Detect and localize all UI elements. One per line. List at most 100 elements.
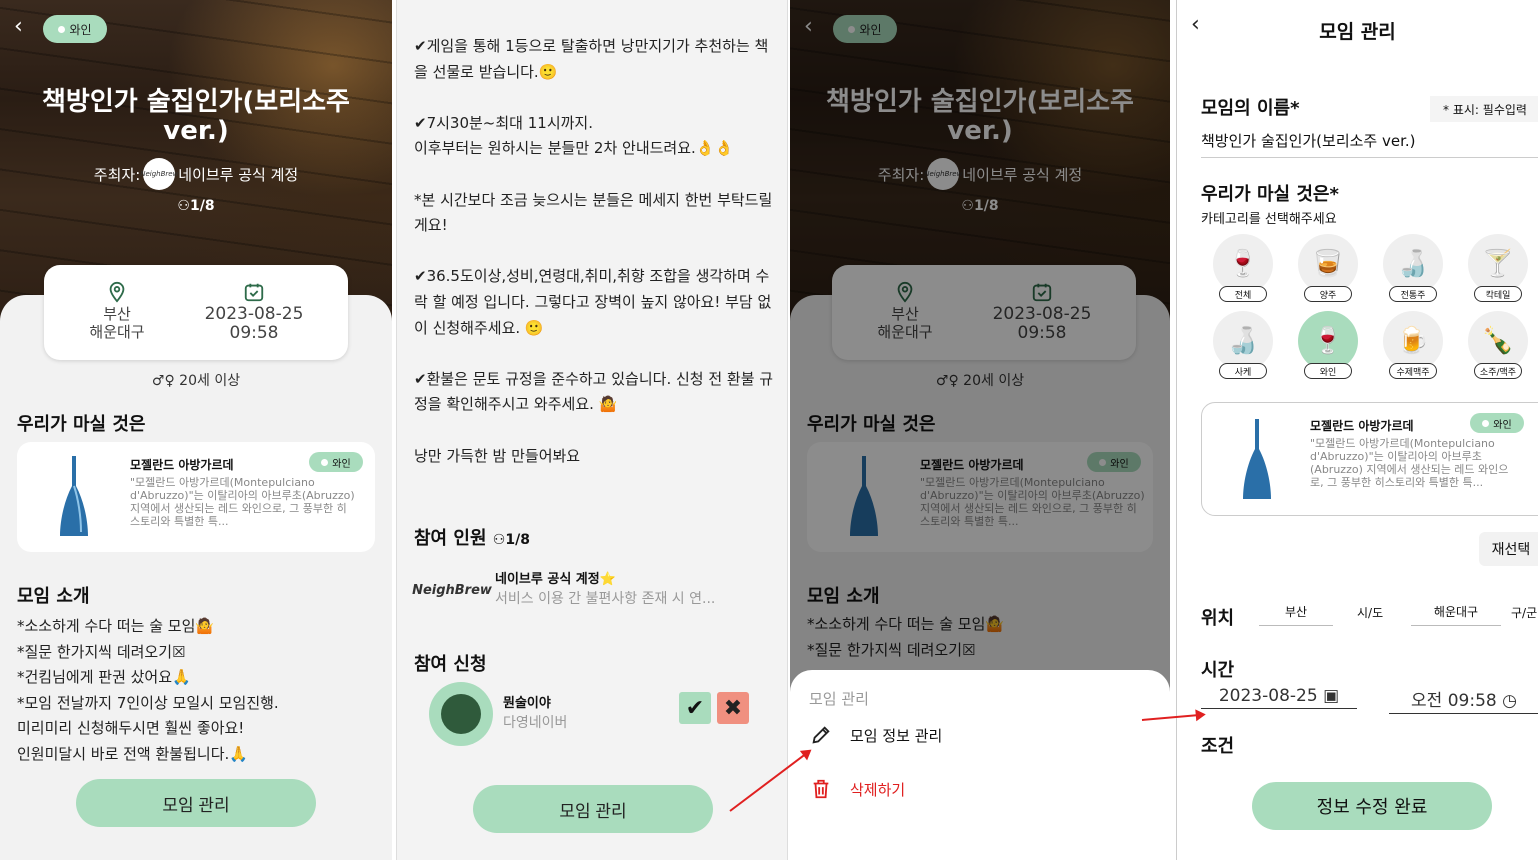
- description-paragraph: ✔7시30분~최대 11시까지. 이후부터는 원하시는 분들만 2차 안내드려요…: [414, 113, 734, 158]
- description-paragraph: ✔환불은 문토 규정을 준수하고 있습니다. 신청 전 환불 규정을 확인해주시…: [414, 369, 774, 414]
- drink-hint: 카테고리를 선택해주세요: [1201, 212, 1337, 227]
- host-row[interactable]: 주최자: NeighBrew 네이브루 공식 계정: [0, 158, 392, 190]
- date-value: 2023-08-25: [1218, 686, 1318, 706]
- clock-icon: ◷: [1502, 691, 1517, 711]
- drink-name: 모젤란드 아방가르데: [130, 458, 234, 472]
- meeting-time: 09:58: [229, 323, 279, 343]
- screen-meeting-detail: ‹ 와인 책방인가 술집인가(보리소주 ver.) 주최자: NeighBrew…: [0, 0, 392, 860]
- traditional-liquor-icon: 🍶: [1396, 249, 1430, 279]
- soju-icon: 🍾: [1481, 326, 1515, 356]
- member-logo: NeighBrew: [412, 582, 492, 598]
- edit-meeting-item[interactable]: 모임 정보 관리: [810, 724, 942, 746]
- drink-name: 모젤란드 아방가르데: [1310, 419, 1414, 433]
- location-pin-icon: [109, 281, 125, 303]
- category-sake[interactable]: 🍶 사케: [1213, 311, 1273, 379]
- members-count: ⚇1/8: [492, 532, 530, 548]
- wine-bottle-icon: 🍷: [1311, 326, 1345, 356]
- drink-label: 우리가 마실 것은*: [1201, 184, 1339, 205]
- avatar[interactable]: [429, 682, 493, 746]
- screen-manage-menu: ‹ 와인 책방인가 술집인가(보리소주 ver.) 주최자: NeighBrew…: [790, 0, 1170, 860]
- calendar-check-icon: [244, 283, 264, 302]
- required-note: * 표시: 필수입력: [1430, 96, 1538, 122]
- location-city: 부산: [103, 305, 131, 323]
- category-label: 칵테일: [1474, 286, 1522, 302]
- reject-x-icon[interactable]: ✖: [717, 692, 749, 724]
- submit-edit-button[interactable]: 정보 수정 완료: [1252, 782, 1492, 830]
- category-traditional[interactable]: 🍶 전통주: [1383, 234, 1443, 302]
- time-input[interactable]: 오전 09:58 ◷: [1389, 686, 1538, 714]
- drink-description: "모젤란드 아방가르데(Montepulciano d'Abruzzo)"는 이…: [130, 476, 355, 528]
- members-title: 참여 인원: [414, 528, 487, 549]
- wine-glasses-icon: 🍷: [1226, 249, 1260, 279]
- name-input[interactable]: 책방인가 술집인가(보리소주 ver.): [1201, 130, 1538, 158]
- drink-tag-label: 와인: [332, 458, 351, 470]
- age-condition-value: 20세 이상: [179, 373, 241, 389]
- intro-line: *소소하게 수다 떠는 술 모임🤷: [17, 617, 215, 635]
- category-soju-beer[interactable]: 🍾 소주/맥주: [1468, 311, 1528, 379]
- applicant-name: 뭔술이야: [503, 696, 551, 711]
- pencil-icon: [812, 726, 830, 744]
- drink-description: "모젤란드 아방가르데(Montepulciano d'Abruzzo)"는 이…: [1310, 437, 1509, 489]
- category-all[interactable]: 🍷 전체: [1213, 234, 1273, 302]
- category-tag-label: 와인: [69, 22, 92, 37]
- date-input[interactable]: 2023-08-25 ▣: [1201, 686, 1357, 709]
- calendar-icon: ▣: [1323, 686, 1340, 706]
- description-paragraph: 낭만 가득한 밤 만들어봐요: [414, 446, 581, 465]
- city-value: 부산: [1284, 605, 1308, 619]
- drink-tag-label: 와인: [1493, 419, 1512, 431]
- host-name: 네이브루 공식 계정: [178, 165, 299, 184]
- category-cocktail[interactable]: 🍸 칵테일: [1468, 234, 1528, 302]
- category-craft-beer[interactable]: 🍺 수제맥주: [1383, 311, 1443, 379]
- whisky-icon: 🥃: [1311, 249, 1345, 279]
- location-label: 위치: [1201, 608, 1235, 629]
- time-label: 시간: [1201, 660, 1235, 681]
- district-select[interactable]: 해운대구: [1411, 603, 1501, 626]
- delete-meeting-item[interactable]: 삭제하기: [810, 778, 905, 800]
- applicant-row: 뭔술이야 다영네이버 ✔ ✖: [429, 680, 769, 746]
- drink-card[interactable]: 모젤란드 아방가르데 "모젤란드 아방가르데(Montepulciano d'A…: [17, 442, 375, 552]
- host-logo: NeighBrew: [140, 158, 178, 190]
- sake-icon: 🍶: [1226, 326, 1260, 356]
- selected-drink-card[interactable]: 모젤란드 아방가르데 "모젤란드 아방가르데(Montepulciano d'A…: [1201, 402, 1538, 516]
- intro-line: *질문 한가지씩 데려오기☒: [17, 642, 186, 661]
- manage-bottom-sheet: 모임 관리 모임 정보 관리 삭제하기: [790, 670, 1170, 860]
- back-icon[interactable]: ‹: [14, 14, 23, 39]
- apply-title: 참여 신청: [414, 654, 487, 675]
- edit-meeting-label: 모임 정보 관리: [850, 726, 943, 745]
- wine-bottle-image: [1243, 419, 1271, 499]
- participant-count: ⚇1/8: [0, 198, 392, 214]
- category-label: 와인: [1304, 363, 1352, 379]
- manage-meeting-button[interactable]: 모임 관리: [473, 785, 713, 833]
- people-icon: ♂♀: [151, 373, 175, 389]
- info-card: 부산 해운대구 2023-08-25 09:58: [44, 265, 348, 360]
- manage-meeting-button[interactable]: 모임 관리: [76, 779, 316, 827]
- condition-label: 조건: [1201, 736, 1235, 757]
- delete-meeting-label: 삭제하기: [850, 780, 906, 799]
- members-count-value: 1/8: [505, 532, 530, 548]
- description-paragraph: ✔게임을 통해 1등으로 탈출하면 낭만지기가 추천하는 책을 선물로 받습니다…: [414, 37, 769, 81]
- page-title: 모임 관리: [1319, 21, 1396, 43]
- location-district: 해운대구: [89, 323, 145, 341]
- intro-line: *모임 전날까지 7인이상 모일시 모임진행.: [17, 693, 279, 712]
- menu-title: 모임 관리: [809, 690, 869, 708]
- accept-check-icon[interactable]: ✔: [679, 692, 711, 724]
- member-row[interactable]: NeighBrew 네이브루 공식 계정⭐ 서비스 이용 간 불편사항 존재 시…: [412, 560, 777, 620]
- cocktail-icon: 🍸: [1481, 249, 1515, 279]
- name-label: 모임의 이름*: [1201, 98, 1300, 119]
- reselect-button[interactable]: 재선택: [1479, 532, 1538, 566]
- city-unit: 시/도: [1357, 606, 1384, 620]
- screen-meeting-detail-scrolled: ✔게임을 통해 1등으로 탈출하면 낭만지기가 추천하는 책을 선물로 받습니다…: [396, 0, 788, 860]
- meeting-date: 2023-08-25: [204, 304, 304, 324]
- description-paragraph: *본 시간보다 조금 늦으시는 분들은 메세지 한번 부탁드릴게요!: [414, 190, 773, 235]
- members-header: 참여 인원 ⚇1/8: [414, 524, 530, 550]
- trash-icon: [813, 779, 829, 799]
- category-wine[interactable]: 🍷 와인: [1298, 311, 1358, 379]
- screen-edit-meeting: ‹ 모임 관리 모임의 이름* * 표시: 필수입력 책방인가 술집인가(보리소…: [1176, 0, 1538, 860]
- category-liquor[interactable]: 🥃 양주: [1298, 234, 1358, 302]
- drink-tag: 와인: [1470, 413, 1524, 433]
- age-condition: ♂♀ 20세 이상: [0, 370, 392, 390]
- category-label: 수제맥주: [1389, 363, 1437, 379]
- city-select[interactable]: 부산: [1259, 603, 1333, 626]
- district-unit: 구/군: [1511, 606, 1538, 620]
- host-prefix: 주최자:: [93, 165, 141, 184]
